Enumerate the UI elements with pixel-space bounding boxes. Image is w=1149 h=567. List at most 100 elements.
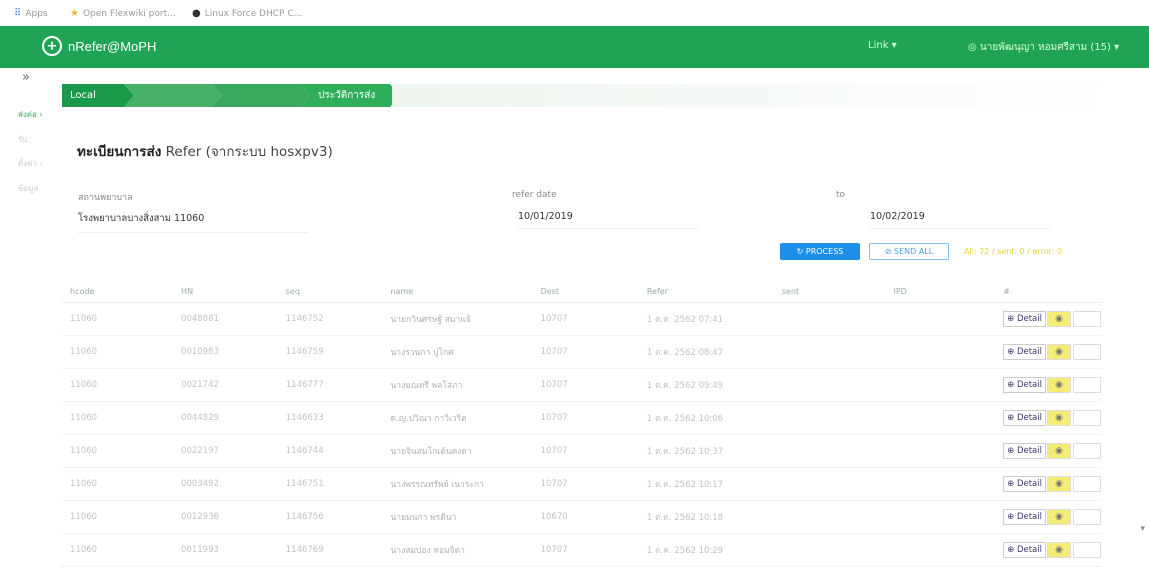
- view-button[interactable]: ◉: [1047, 410, 1071, 426]
- hospital-select[interactable]: โรงพยาบาลบางสิ่งสาม 11060: [78, 211, 308, 233]
- view-button[interactable]: ◉: [1047, 509, 1071, 525]
- to-date-label: to: [836, 190, 846, 200]
- breadcrumb-current[interactable]: ประวัติการส่ง: [300, 84, 400, 107]
- cell-refer: 1 ต.ค. 2562 10:17: [638, 467, 774, 501]
- zoom-icon: ⊕: [1007, 545, 1015, 555]
- detail-button[interactable]: ⊕ Detail: [1003, 443, 1046, 459]
- column-header-seq[interactable]: seq: [277, 280, 383, 303]
- link-menu[interactable]: Link ▾: [868, 40, 897, 51]
- bookmark-icon: ★: [70, 8, 79, 19]
- zoom-icon: ⊕: [1007, 380, 1015, 390]
- cell-name: นายจินสมโกเด้นคงดา: [382, 434, 533, 468]
- more-button[interactable]: [1073, 377, 1101, 393]
- view-button[interactable]: ◉: [1047, 476, 1071, 492]
- column-header-refer[interactable]: Refer: [638, 280, 774, 303]
- cell-refer: 1 ต.ค. 2562 10:06: [638, 401, 774, 435]
- column-header-dest[interactable]: Dest: [532, 280, 639, 303]
- cell-ipd: [885, 401, 996, 435]
- column-header-sent[interactable]: sent: [773, 280, 886, 303]
- view-button[interactable]: ◉: [1047, 377, 1071, 393]
- detail-button[interactable]: ⊕ Detail: [1003, 476, 1046, 492]
- more-button[interactable]: [1073, 542, 1101, 558]
- zoom-icon: ⊕: [1007, 413, 1015, 423]
- refer-date-input[interactable]: 10/01/2019: [518, 211, 698, 229]
- breadcrumb-item-2[interactable]: [124, 84, 222, 107]
- sidebar-item-refer-in[interactable]: รับ: [18, 133, 27, 146]
- zoom-icon: ⊕: [1007, 347, 1015, 357]
- cell-dest: 10670: [532, 500, 639, 534]
- table-row: 11060 0010983 1146759 นางรวนกา ปูโกศ 10707 1 …: [62, 335, 1102, 369]
- view-button[interactable]: ◉: [1047, 311, 1071, 327]
- detail-button[interactable]: ⊕ Detail: [1003, 410, 1046, 426]
- cell-name: นางรวนกา ปูโกศ: [382, 335, 533, 369]
- page-title: ทะเบียนการส่ง Refer (จากระบบ hosxpv3): [77, 144, 333, 160]
- column-header-hcode[interactable]: hcode: [62, 280, 174, 303]
- user-menu[interactable]: ◎ นายพัฒนุญา หอมศรีสาม (15) ▾: [968, 40, 1119, 55]
- cell-dest: 10707: [532, 533, 639, 567]
- cell-seq: 1146759: [277, 335, 383, 369]
- detail-button[interactable]: ⊕ Detail: [1003, 542, 1046, 558]
- row-actions: ⊕ Detail ◉: [1003, 377, 1101, 393]
- send-all-button[interactable]: ⊘ SEND ALL: [869, 243, 949, 260]
- eye-icon: ◉: [1055, 380, 1063, 390]
- cell-refer: 1 ต.ค. 2562 09:49: [638, 368, 774, 402]
- app-title: nRefer@MoPH: [68, 38, 157, 54]
- detail-button[interactable]: ⊕ Detail: [1003, 377, 1046, 393]
- cell-hcode: 11060: [62, 401, 174, 435]
- cell-hn: 0022197: [173, 434, 278, 468]
- cell-actions: ⊕ Detail ◉: [995, 533, 1102, 567]
- detail-button[interactable]: ⊕ Detail: [1003, 311, 1046, 327]
- cell-hn: 0003492: [173, 467, 278, 501]
- breadcrumb-local[interactable]: Local: [62, 84, 134, 107]
- bookmark-flexwiki[interactable]: ★ Open Flexwiki port...: [70, 8, 176, 19]
- more-button[interactable]: [1073, 476, 1101, 492]
- cell-ipd: [885, 368, 996, 402]
- table-row: 11060 0003492 1146751 นางพรรณทรัพย์ เนาระกา…: [62, 467, 1102, 501]
- bookmark-apps[interactable]: ⠿ Apps: [14, 8, 48, 19]
- cell-hcode: 11060: [62, 335, 174, 369]
- view-button[interactable]: ◉: [1047, 344, 1071, 360]
- row-actions: ⊕ Detail ◉: [1003, 311, 1101, 327]
- sidebar-item-refer-out[interactable]: ส่งต่อ ›: [18, 108, 43, 121]
- cell-actions: ⊕ Detail ◉: [995, 434, 1102, 468]
- cell-name: นางสมปอง หอมจิดา: [382, 533, 533, 567]
- view-button[interactable]: ◉: [1047, 443, 1071, 459]
- cell-hn: 0011993: [173, 533, 278, 567]
- cell-ipd: [885, 434, 996, 468]
- more-button[interactable]: [1073, 509, 1101, 525]
- sidebar-item-data[interactable]: ข้อมูล: [18, 182, 38, 195]
- more-button[interactable]: [1073, 311, 1101, 327]
- user-icon: ◎: [968, 42, 977, 53]
- bookmark-linux[interactable]: ● Linux Force DHCP C...: [192, 8, 302, 19]
- cell-sent: [773, 434, 886, 468]
- sidebar-item-settings[interactable]: ตั้งค่า ›: [18, 157, 43, 170]
- cell-hn: 0044829: [173, 401, 278, 435]
- detail-button[interactable]: ⊕ Detail: [1003, 344, 1046, 360]
- table-row: 11060 0021742 1146777 นางมณทรี พลโสภา 10707 1…: [62, 368, 1102, 402]
- cell-seq: 1146756: [277, 500, 383, 534]
- column-header-name[interactable]: name: [382, 280, 533, 303]
- linux-icon: ●: [192, 8, 201, 19]
- cell-seq: 1146769: [277, 533, 383, 567]
- scroll-down-icon[interactable]: ▾: [1140, 524, 1145, 534]
- app-logo[interactable]: + nRefer@MoPH: [42, 36, 156, 56]
- cell-sent: [773, 335, 886, 369]
- process-button[interactable]: ↻ PROCESS: [780, 243, 860, 260]
- view-button[interactable]: ◉: [1047, 542, 1071, 558]
- cell-seq: 1146751: [277, 467, 383, 501]
- column-header-ipd[interactable]: IPD: [885, 280, 996, 303]
- row-actions: ⊕ Detail ◉: [1003, 476, 1101, 492]
- to-date-input[interactable]: 10/02/2019: [870, 211, 1050, 229]
- detail-button[interactable]: ⊕ Detail: [1003, 509, 1046, 525]
- row-actions: ⊕ Detail ◉: [1003, 443, 1101, 459]
- breadcrumb-item-3[interactable]: [212, 84, 310, 107]
- more-button[interactable]: [1073, 410, 1101, 426]
- column-header-hn[interactable]: HN: [173, 280, 278, 303]
- apps-icon: ⠿: [14, 8, 22, 19]
- cell-ipd: [885, 335, 996, 369]
- more-button[interactable]: [1073, 443, 1101, 459]
- refer-table: hcode HN seq name Dest Refer sent IPD # …: [62, 280, 1102, 567]
- table-row: 11060 0012936 1146756 นายมนกา พรดีนา 10670 1 …: [62, 500, 1102, 534]
- sidebar-toggle-button[interactable]: »: [22, 70, 30, 85]
- more-button[interactable]: [1073, 344, 1101, 360]
